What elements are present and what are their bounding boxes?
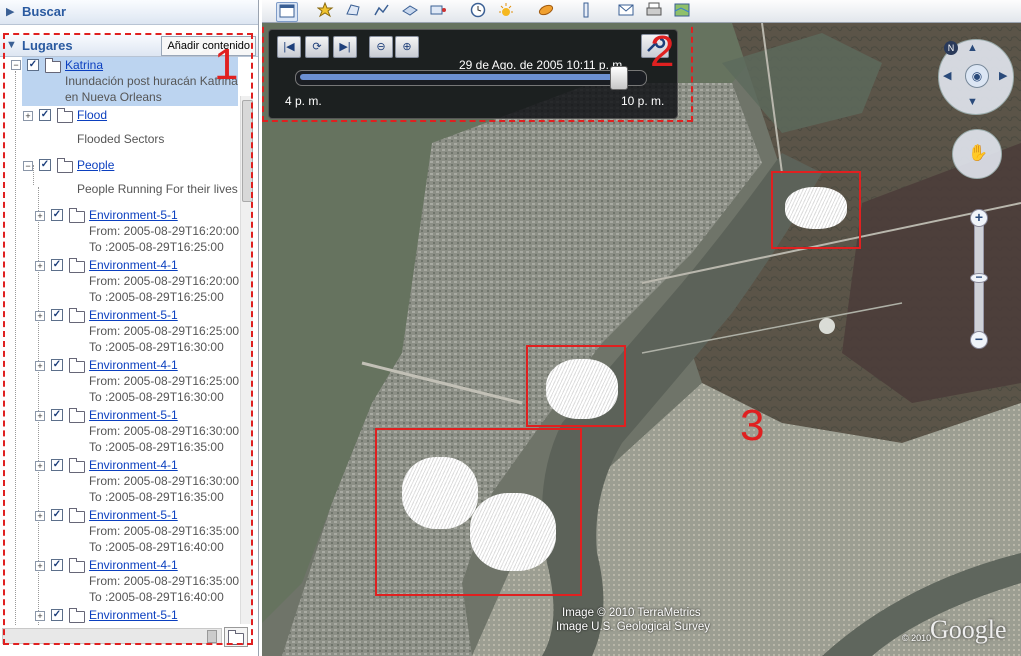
tour-icon[interactable] bbox=[428, 2, 448, 20]
look-icon[interactable]: ◉ bbox=[965, 64, 989, 88]
annotation-number-3: 3 bbox=[740, 401, 765, 450]
hand-icon: ✋ bbox=[968, 145, 988, 162]
placemark-icon[interactable] bbox=[316, 2, 336, 20]
flood-overlay bbox=[785, 187, 847, 229]
map-view[interactable]: 3 |◀ ⟳ ▶| ⊖ ⊕ 29 de Ago. de 2005 10:11 p… bbox=[262, 23, 1021, 656]
search-header-label: Buscar bbox=[22, 4, 67, 19]
flood-overlay bbox=[546, 359, 618, 419]
clock-icon[interactable] bbox=[468, 2, 488, 20]
play-icon[interactable]: ⟳ bbox=[305, 36, 329, 58]
ruler-icon[interactable] bbox=[576, 2, 596, 20]
skip-back-icon[interactable]: |◀ bbox=[277, 36, 301, 58]
skip-forward-icon[interactable]: ▶| bbox=[333, 36, 357, 58]
move-icon[interactable]: ✋ bbox=[952, 129, 1002, 179]
sidebar-icon[interactable] bbox=[276, 2, 298, 22]
zoom-out-icon[interactable]: − bbox=[970, 331, 988, 349]
imagery-credit-1: Image © 2010 TerraMetrics bbox=[562, 607, 701, 619]
annotation-box-1 bbox=[3, 33, 253, 645]
zoom-slider-handle[interactable]: − bbox=[970, 271, 988, 283]
zoom-out-time-icon[interactable]: ⊖ bbox=[369, 36, 393, 58]
annotation-number-2: 2 bbox=[650, 27, 675, 76]
google-logo: Google bbox=[930, 615, 1007, 644]
time-slider-fill bbox=[300, 74, 619, 80]
look-right-icon[interactable]: ▶ bbox=[999, 69, 1007, 82]
overlay-icon[interactable] bbox=[400, 2, 420, 20]
main-toolbar bbox=[262, 0, 1021, 23]
expand-arrow-icon[interactable]: ▶ bbox=[6, 5, 14, 18]
time-slider-panel: |◀ ⟳ ▶| ⊖ ⊕ 29 de Ago. de 2005 10:11 p. … bbox=[268, 29, 678, 119]
polygon-icon[interactable] bbox=[344, 2, 364, 20]
time-slider-handle[interactable] bbox=[610, 66, 629, 90]
planet-icon[interactable] bbox=[536, 2, 556, 20]
email-icon[interactable] bbox=[616, 2, 636, 20]
flood-overlay bbox=[470, 493, 556, 571]
left-panel: ▶ Buscar ▼ Lugares Añadir contenido − ✓ … bbox=[0, 0, 259, 656]
zoom-in-icon[interactable]: + bbox=[970, 209, 988, 227]
flood-overlay bbox=[402, 457, 478, 529]
map-view-icon[interactable] bbox=[672, 2, 692, 20]
search-panel-header[interactable]: ▶ Buscar bbox=[0, 0, 258, 25]
look-up-icon[interactable]: ▲ bbox=[967, 42, 978, 54]
time-slider-track[interactable] bbox=[295, 66, 647, 90]
print-icon[interactable] bbox=[644, 2, 664, 20]
look-left-icon[interactable]: ◀ bbox=[943, 69, 951, 82]
path-icon[interactable] bbox=[372, 2, 392, 20]
copyright-label: © 2010 bbox=[902, 633, 932, 643]
north-icon[interactable]: N bbox=[944, 41, 958, 55]
time-end-label: 10 p. m. bbox=[621, 94, 665, 108]
look-down-icon[interactable]: ▼ bbox=[967, 96, 978, 108]
imagery-credit-2: Image U.S. Geological Survey bbox=[556, 621, 711, 633]
sun-icon[interactable] bbox=[496, 2, 516, 20]
zoom-in-time-icon[interactable]: ⊕ bbox=[395, 36, 419, 58]
time-start-label: 4 p. m. bbox=[285, 94, 322, 108]
annotation-number-1: 1 bbox=[214, 40, 239, 89]
